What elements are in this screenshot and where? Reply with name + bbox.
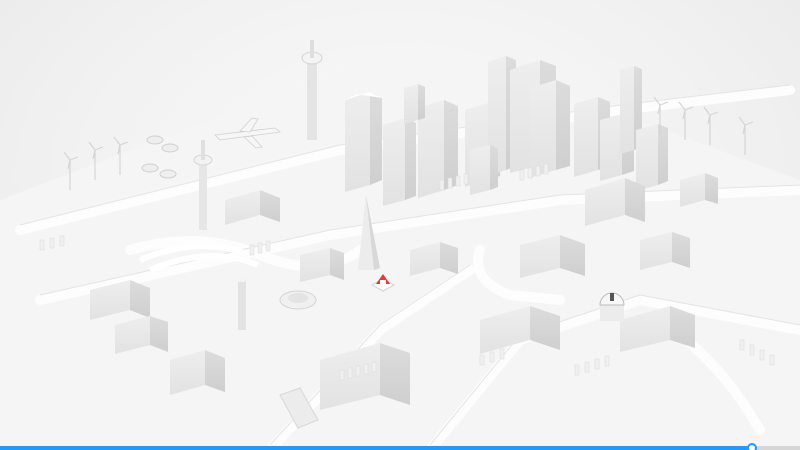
stadium	[279, 290, 317, 310]
tower-12	[404, 84, 425, 124]
tower-2	[383, 118, 416, 206]
isometric-city-scene	[0, 40, 800, 450]
progress-slider-track[interactable]	[0, 443, 800, 450]
observatory-dome-icon	[599, 292, 625, 321]
tower-1	[345, 92, 382, 192]
tower-11	[636, 124, 668, 191]
city-map-stage	[0, 0, 800, 450]
tower-13	[470, 145, 498, 195]
chimney-tower	[237, 278, 247, 330]
progress-slider-fill	[0, 446, 752, 450]
tower-7	[530, 80, 570, 178]
progress-slider-handle[interactable]	[747, 443, 757, 450]
